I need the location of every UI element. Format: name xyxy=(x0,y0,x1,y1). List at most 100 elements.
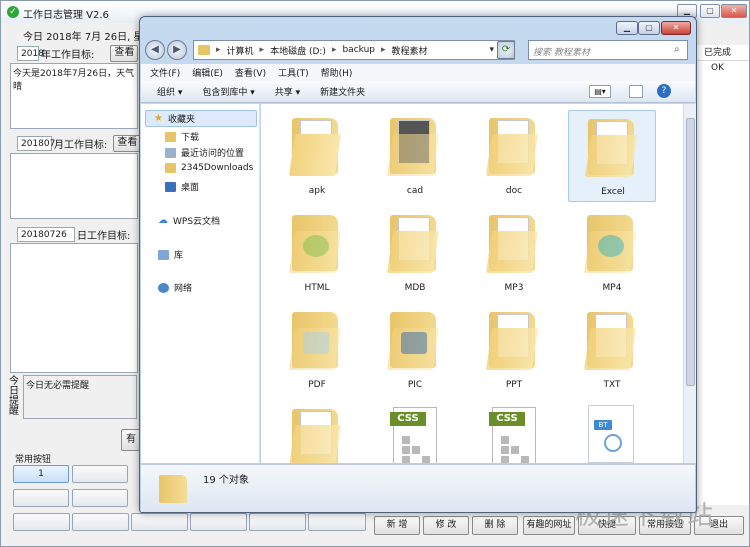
nav-network[interactable]: 网络 xyxy=(158,281,192,294)
folder-txt[interactable]: TXT xyxy=(568,304,656,396)
recent-places-icon xyxy=(165,147,176,158)
css-file-1[interactable]: CSS xyxy=(371,401,459,463)
desktop-icon xyxy=(165,181,176,192)
view-options-icon[interactable]: ▤▾ xyxy=(589,85,611,98)
help-icon[interactable]: ? xyxy=(657,84,671,98)
reminder-box: 今日无必需提醒 xyxy=(23,375,137,419)
edit-button[interactable]: 修 改 xyxy=(423,516,469,535)
nav-favorites[interactable]: ★ 收藏夹 xyxy=(145,110,257,127)
folder-pic[interactable]: PIC xyxy=(371,304,459,396)
day-input[interactable]: 20180726 xyxy=(17,226,75,242)
folder-label: Excel xyxy=(601,187,625,197)
month-goal-textarea[interactable] xyxy=(10,153,138,219)
include-in-library-button[interactable]: 包含到库中 ▾ xyxy=(202,85,254,98)
folder-apk[interactable]: apk xyxy=(273,110,361,202)
address-folder-icon xyxy=(198,45,210,55)
fun-urls-button[interactable]: 有趣的网址 xyxy=(523,516,575,535)
folder-doc[interactable]: doc xyxy=(470,110,558,202)
quick-button-10[interactable] xyxy=(308,513,366,531)
new-folder-button[interactable]: 新建文件夹 xyxy=(320,85,365,98)
navigation-pane: ★ 收藏夹 下载 最近访问的位置 2345Downloads 桌面 ☁ WPS云… xyxy=(141,104,260,463)
star-icon: ★ xyxy=(154,113,163,124)
menu-view[interactable]: 查看(V) xyxy=(235,66,266,79)
nav-library[interactable]: 库 xyxy=(158,248,183,261)
app-title: 工作日志管理 V2.6 xyxy=(23,10,109,21)
nav-wps-cloud[interactable]: ☁ WPS云文档 xyxy=(158,214,220,227)
quick-button-4[interactable] xyxy=(72,489,128,507)
close-icon[interactable]: ✕ xyxy=(721,4,747,18)
menu-tools[interactable]: 工具(T) xyxy=(278,66,309,79)
address-dropdown-icon[interactable]: ▾ xyxy=(489,45,494,55)
month-goal-row: 201807 月工作目标: 查看 xyxy=(17,134,142,152)
day-goal-label: 日工作目标: xyxy=(77,230,131,242)
back-arrow-icon[interactable]: ◀ xyxy=(145,40,165,60)
today-text: 今天是2018年7月26日，天气晴 xyxy=(13,69,135,92)
app-check-icon: ✓ xyxy=(7,6,19,18)
quick-button-7[interactable] xyxy=(131,513,188,531)
nav-downloads[interactable]: 下载 xyxy=(165,130,199,143)
folder-html[interactable]: HTML xyxy=(273,207,361,299)
folder-excel[interactable]: Excel xyxy=(568,110,656,202)
refresh-icon[interactable]: ⟳ xyxy=(497,41,515,59)
vertical-scrollbar[interactable] xyxy=(683,104,696,463)
quick-button-1[interactable]: 1 xyxy=(13,465,69,483)
explorer-close-icon[interactable]: ✕ xyxy=(661,21,691,35)
address-bar[interactable]: ▸ 计算机 ▸ 本地磁盘 (D:) ▸ backup ▸ 教程素材 ▾ xyxy=(193,40,515,60)
search-icon[interactable]: ⌕ xyxy=(674,44,680,55)
quick-button-9[interactable] xyxy=(249,513,306,531)
reminder-text: 今日无必需提醒 xyxy=(26,381,90,391)
item-count: 19 个对象 xyxy=(203,475,249,486)
quick-button-5[interactable] xyxy=(13,513,70,531)
folder-mdb[interactable]: MDB xyxy=(371,207,459,299)
share-button[interactable]: 共享 ▾ xyxy=(275,85,300,98)
menu-file[interactable]: 文件(F) xyxy=(150,66,180,79)
explorer-minimize-icon[interactable]: ▁ xyxy=(616,21,638,35)
explorer-maximize-icon[interactable]: ▢ xyxy=(638,21,660,35)
nav-desktop[interactable]: 桌面 xyxy=(165,180,199,193)
preview-pane-icon[interactable] xyxy=(629,85,643,98)
breadcrumb-tutorial[interactable]: 教程素材 xyxy=(392,44,428,57)
nav-network-label: 网络 xyxy=(174,284,193,294)
year-view-button[interactable]: 查看 xyxy=(110,44,139,62)
search-input[interactable]: 搜索 教程素材 xyxy=(528,40,688,60)
month-view-button[interactable]: 查看 xyxy=(113,134,142,152)
folder-pdf[interactable]: PDF xyxy=(273,304,361,396)
add-button[interactable]: 新 增 xyxy=(374,516,420,535)
nav-library-label: 库 xyxy=(174,251,184,261)
nav-2345downloads-label: 2345Downloads xyxy=(181,163,254,173)
folder-label: TXT xyxy=(603,380,621,390)
organize-button[interactable]: 组织 ▾ xyxy=(157,85,182,98)
day-goal-textarea[interactable] xyxy=(10,243,138,373)
breadcrumb-drive[interactable]: 本地磁盘 (D:) xyxy=(270,44,326,57)
file-list-pane: apk cad doc Excel HTML MDB MP3 MP4 PDF P… xyxy=(261,104,683,463)
folder-mp3[interactable]: MP3 xyxy=(470,207,558,299)
quick-button-2[interactable] xyxy=(72,465,128,483)
breadcrumb-computer[interactable]: 计算机 xyxy=(227,44,254,57)
nav-2345downloads[interactable]: 2345Downloads xyxy=(165,163,253,173)
month-input[interactable]: 201807 xyxy=(17,135,55,151)
css-file-2[interactable]: CSS xyxy=(470,401,558,463)
nav-recent[interactable]: 最近访问的位置 xyxy=(165,146,244,159)
explorer-toolbar: 组织 ▾ 包含到库中 ▾ 共享 ▾ 新建文件夹 ▤▾ ? xyxy=(141,81,695,103)
breadcrumb-backup[interactable]: backup xyxy=(342,45,375,55)
partial-button[interactable]: 有 xyxy=(121,429,141,451)
quick-button-6[interactable] xyxy=(72,513,129,531)
year-goal-textarea[interactable]: 今天是2018年7月26日，天气晴 xyxy=(10,63,138,129)
explorer-menu-bar: 文件(F) 编辑(E) 查看(V) 工具(T) 帮助(H) xyxy=(141,64,695,81)
quick-button-3[interactable] xyxy=(13,489,69,507)
folder-partial[interactable] xyxy=(273,401,361,463)
folder-mp4[interactable]: MP4 xyxy=(568,207,656,299)
menu-help[interactable]: 帮助(H) xyxy=(321,66,353,79)
bt-file[interactable]: BT xyxy=(568,401,656,463)
delete-button[interactable]: 删 除 xyxy=(472,516,518,535)
year-input[interactable]: 2018 xyxy=(17,45,44,61)
breadcrumb-chevron-icon: ▸ xyxy=(216,45,221,55)
folder-ppt[interactable]: PPT xyxy=(470,304,558,396)
maximize-icon[interactable]: ▢ xyxy=(700,4,720,18)
scrollbar-thumb[interactable] xyxy=(686,118,695,386)
quick-button-8[interactable] xyxy=(190,513,247,531)
library-icon xyxy=(158,249,169,260)
forward-arrow-icon[interactable]: ▶ xyxy=(167,40,187,60)
menu-edit[interactable]: 编辑(E) xyxy=(192,66,223,79)
folder-cad[interactable]: cad xyxy=(371,110,459,202)
